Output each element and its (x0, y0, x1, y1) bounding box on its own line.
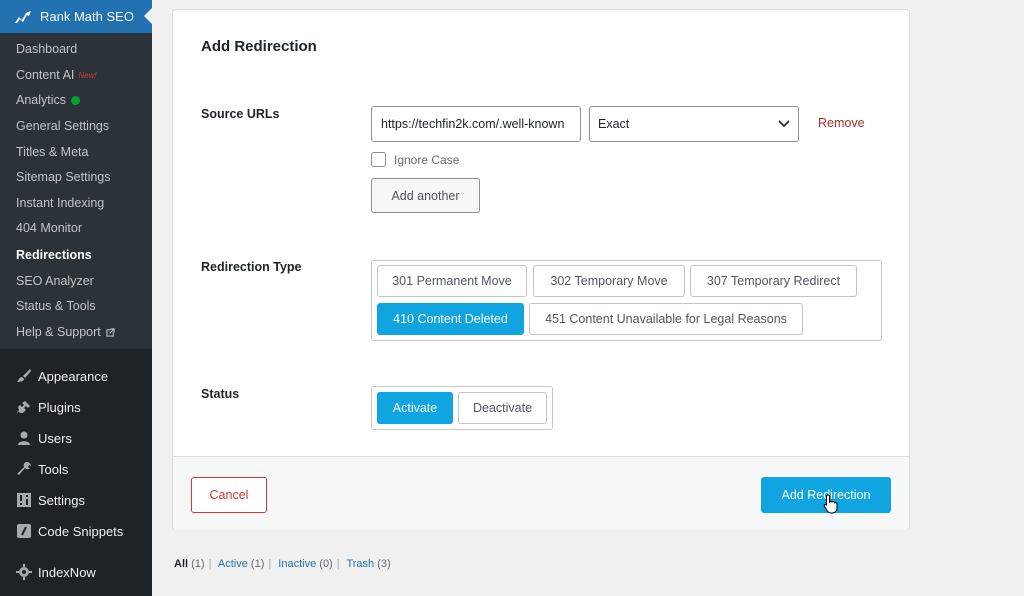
remove-link[interactable]: Remove (818, 116, 865, 130)
chevron-down-icon (778, 120, 790, 128)
brush-icon (17, 369, 31, 382)
source-urls-label: Source URLs (201, 107, 280, 121)
submenu-item-seo-analyzer[interactable]: SEO Analyzer (16, 271, 94, 291)
code-icon (17, 524, 31, 538)
filter-separator: | (336, 558, 340, 570)
ignore-case-checkbox[interactable] (371, 152, 386, 167)
submenu-label: General Settings (16, 119, 110, 133)
submenu-item-help-support[interactable]: Help & Support (16, 322, 115, 342)
settings-icon (17, 493, 31, 507)
menu-item-label: Appearance (38, 368, 109, 384)
filter-count: (1) (191, 558, 205, 570)
sidebar-submenu: Dashboard Content AI New! Analytics Gener… (0, 33, 152, 349)
submenu-item-titles-meta[interactable]: Titles & Meta (16, 142, 88, 162)
menu-item-label: Tools (38, 461, 69, 477)
sidebar-item-label: Rank Math SEO (40, 9, 134, 24)
submenu-item-sitemap-settings[interactable]: Sitemap Settings (16, 167, 111, 187)
redirection-type-label: Redirection Type (201, 260, 302, 274)
status-label: Status (201, 387, 240, 401)
menu-item-appearance[interactable]: Appearance (16, 365, 108, 387)
plug-icon (17, 401, 30, 414)
filter-trash[interactable]: Trash (346, 558, 374, 570)
menu-item-label: Users (38, 430, 72, 446)
menu-item-settings[interactable]: Settings (16, 489, 85, 511)
filter-active[interactable]: Active (218, 558, 248, 570)
add-redirection-panel: Add Redirection Source URLs Exact Remove… (172, 9, 910, 530)
submenu-label: Sitemap Settings (16, 170, 111, 184)
submenu-label: SEO Analyzer (16, 274, 94, 288)
menu-item-code-snippets[interactable]: Code Snippets (16, 520, 123, 542)
submenu-item-redirections[interactable]: Redirections (16, 245, 92, 265)
filter-count: (3) (377, 558, 391, 570)
submenu-item-404-monitor[interactable]: 404 Monitor (16, 218, 82, 238)
admin-sidebar: Rank Math SEO Dashboard Content AI New! A… (0, 0, 152, 596)
menu-item-label: IndexNow (38, 564, 96, 580)
match-type-value: Exact (598, 117, 630, 131)
submenu-item-status-tools[interactable]: Status & Tools (16, 296, 96, 316)
source-url-input[interactable] (371, 106, 581, 142)
submenu-label: Status & Tools (16, 299, 96, 313)
submenu-label: Help & Support (16, 325, 101, 339)
submenu-label: Titles & Meta (16, 145, 89, 159)
menu-item-plugins[interactable]: Plugins (16, 396, 81, 418)
menu-item-label: Plugins (38, 399, 81, 415)
deactivate-button[interactable]: Deactivate (458, 392, 547, 424)
wrench-icon (17, 462, 31, 475)
hand-cursor-icon (823, 494, 838, 514)
type-307-button[interactable]: 307 Temporary Redirect (690, 265, 857, 297)
filter-inactive[interactable]: Inactive (278, 558, 316, 570)
type-302-button[interactable]: 302 Temporary Move (533, 265, 685, 297)
external-link-icon (106, 327, 115, 337)
menu-item-indexnow[interactable]: IndexNow (16, 561, 96, 583)
ignore-case-label: Ignore Case (394, 152, 460, 167)
type-451-button[interactable]: 451 Content Unavailable for Legal Reason… (529, 303, 803, 335)
sidebar-item-rank-math[interactable]: Rank Math SEO (0, 0, 152, 33)
submenu-item-general-settings[interactable]: General Settings (16, 116, 109, 136)
add-another-button[interactable]: Add another (371, 178, 480, 213)
submenu-label: Instant Indexing (16, 196, 105, 210)
submenu-item-analytics[interactable]: Analytics (16, 90, 81, 110)
filter-all[interactable]: All (174, 558, 188, 570)
status-toggle-group: Activate Deactivate (371, 386, 553, 430)
cancel-button[interactable]: Cancel (191, 477, 267, 513)
submenu-label: Content AI (16, 68, 75, 82)
redirection-status-filters: All (1) | Active (1) | Inactive (0) | Trash… (174, 558, 391, 570)
gear-icon (16, 564, 32, 580)
menu-item-users[interactable]: Users (16, 427, 72, 449)
new-badge: New! (78, 70, 97, 80)
redirection-type-group: 301 Permanent Move 302 Temporary Move 30… (371, 260, 882, 341)
filter-separator: | (208, 558, 212, 570)
ignore-case-option[interactable]: Ignore Case (371, 152, 459, 167)
submenu-label: Redirections (16, 248, 92, 262)
rank-math-icon (15, 10, 31, 23)
users-icon (18, 431, 30, 445)
submenu-label: 404 Monitor (16, 221, 83, 235)
menu-item-tools[interactable]: Tools (16, 458, 68, 480)
filter-count: (0) (319, 558, 333, 570)
panel-footer: Cancel Add Redirection (173, 456, 909, 530)
submenu-label: Analytics (16, 93, 67, 107)
type-410-button[interactable]: 410 Content Deleted (377, 303, 524, 335)
menu-item-label: Settings (38, 492, 85, 508)
type-301-button[interactable]: 301 Permanent Move (377, 265, 527, 297)
submenu-item-content-ai[interactable]: Content AI New! (16, 65, 97, 85)
filter-separator: | (268, 558, 272, 570)
panel-title: Add Redirection (201, 38, 317, 55)
filter-count: (1) (250, 558, 265, 570)
match-type-select[interactable]: Exact (589, 106, 799, 142)
submenu-label: Dashboard (16, 42, 78, 56)
menu-item-label: Code Snippets (38, 523, 124, 539)
submenu-item-dashboard[interactable]: Dashboard (16, 39, 77, 59)
submenu-item-instant-indexing[interactable]: Instant Indexing (16, 193, 104, 213)
activate-button[interactable]: Activate (377, 392, 453, 424)
status-dot-icon (71, 95, 81, 105)
